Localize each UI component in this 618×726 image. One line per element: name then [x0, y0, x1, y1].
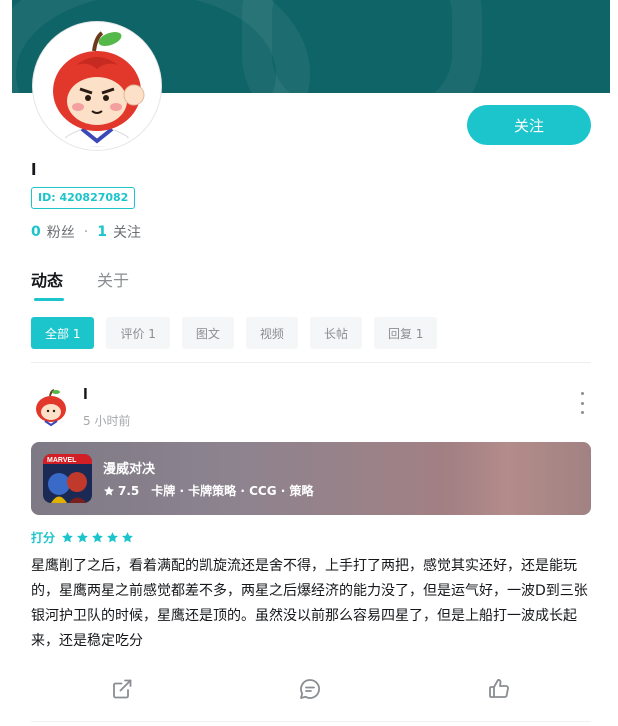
separator-dot: ·: [83, 224, 89, 240]
game-icon: MARVEL: [43, 454, 92, 503]
filter-video[interactable]: 视频: [245, 317, 298, 349]
profile-stats: 0 粉丝 · 1 关注: [31, 222, 141, 242]
avatar[interactable]: [33, 22, 161, 150]
filter-reviews[interactable]: 评价 1: [106, 317, 170, 349]
fans-count[interactable]: 0: [31, 224, 41, 240]
game-card[interactable]: MARVEL 漫威对决 7.5 卡牌 · 卡牌策略 · CCG · 策略: [31, 442, 591, 515]
profile-tabs: 动态 关于: [31, 267, 163, 291]
profile-page: 关注 l ID: 420827082 0 粉丝 · 1 关注 动态 关于 全部 …: [0, 0, 618, 726]
follow-button[interactable]: 关注: [467, 105, 591, 145]
star-icon: [62, 532, 73, 543]
following-label[interactable]: 关注: [113, 222, 141, 242]
game-icon-text: MARVEL: [47, 457, 77, 464]
share-icon[interactable]: [110, 677, 136, 703]
apple-character-avatar-icon: [31, 387, 71, 427]
game-tags: 卡牌 · 卡牌策略 · CCG · 策略: [151, 484, 314, 498]
fans-label[interactable]: 粉丝: [47, 222, 75, 242]
user-id-badge: ID: 420827082: [31, 187, 136, 209]
rating-row: 打分: [31, 529, 136, 546]
post-timestamp: 5 小时前: [83, 414, 131, 428]
review-text: 星鹰削了之后，看着满配的凯旋流还是舍不得，上手打了两把，感觉其实还好，还是能玩的…: [31, 558, 588, 649]
marvel-snap-icon: MARVEL: [43, 454, 92, 503]
filter-long-post[interactable]: 长帖: [309, 317, 362, 349]
more-vertical-icon[interactable]: [574, 392, 590, 414]
apple-character-avatar-icon: [36, 25, 158, 147]
game-score: 7.5: [118, 483, 140, 498]
star-icon: [122, 532, 133, 543]
game-meta: 7.5 卡牌 · 卡牌策略 · CCG · 策略: [103, 482, 313, 499]
following-count[interactable]: 1: [97, 224, 107, 240]
active-tab-indicator: [34, 298, 64, 301]
tab-about[interactable]: 关于: [97, 267, 129, 291]
star-icon: [92, 532, 103, 543]
star-icon: [104, 485, 114, 496]
filter-image-text[interactable]: 图文: [181, 317, 234, 349]
comment-icon[interactable]: [298, 677, 324, 703]
section-divider: [31, 362, 591, 363]
star-icon: [107, 532, 118, 543]
tab-activity[interactable]: 动态: [31, 267, 63, 291]
rating-label: 打分: [31, 531, 56, 545]
post-author-name[interactable]: l: [83, 387, 88, 403]
username: l: [31, 160, 37, 179]
post-actions: [31, 677, 591, 707]
filter-all[interactable]: 全部 1: [31, 317, 95, 349]
thumbs-up-icon[interactable]: [487, 677, 513, 703]
content-filter-bar: 全部 1 评价 1 图文 视频 长帖 回复 1: [31, 317, 449, 349]
post-bottom-divider: [31, 721, 591, 722]
post-author-avatar[interactable]: [31, 387, 71, 427]
game-name: 漫威对决: [103, 462, 156, 477]
star-icon: [77, 532, 88, 543]
filter-replies[interactable]: 回复 1: [373, 317, 438, 349]
banner-decoration: [242, 0, 482, 93]
